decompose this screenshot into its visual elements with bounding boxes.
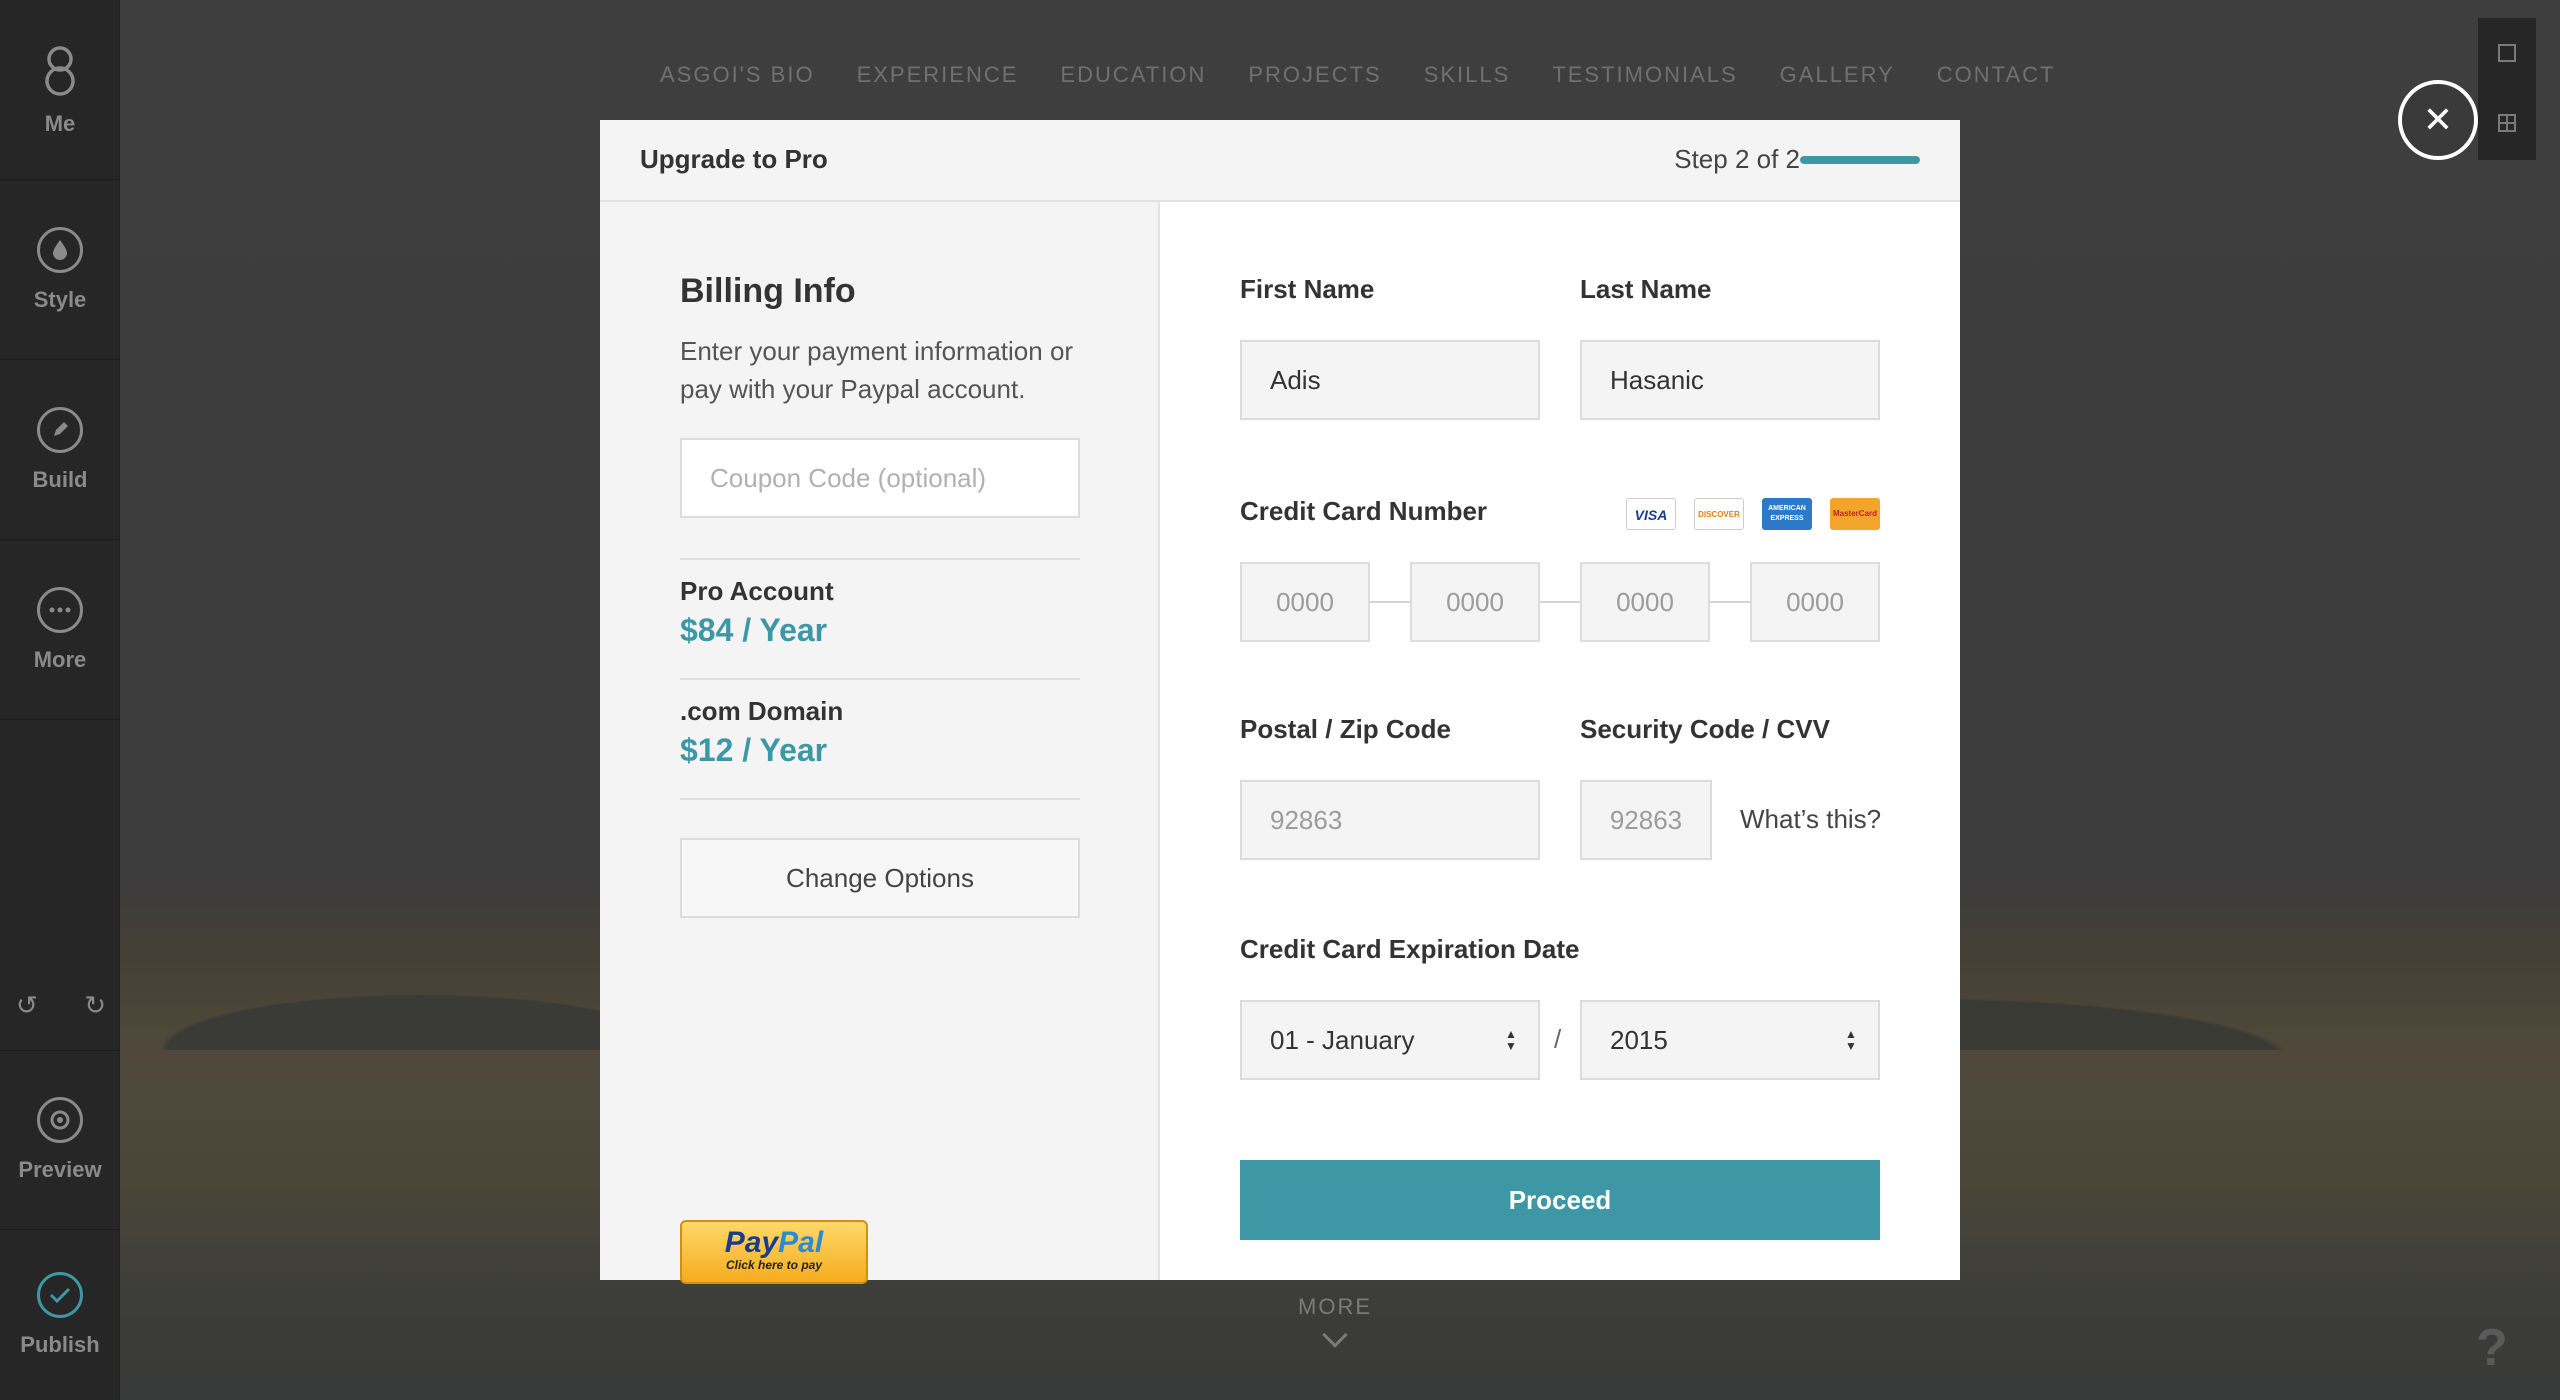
expiration-year-value: 2015 (1610, 1025, 1668, 1055)
pro-account-price: $84 / Year (680, 612, 828, 648)
undo-redo-group: ↺ ↻ (16, 990, 106, 1021)
proceed-button[interactable]: Proceed (1240, 1160, 1880, 1240)
paypal-logo: PayPal (724, 1226, 824, 1259)
expiration-year-select[interactable]: 2015 ▲ ▼ (1580, 1000, 1880, 1080)
divider (1540, 601, 1584, 603)
postal-code-input[interactable]: 92863 (1240, 780, 1540, 860)
visa-icon: VISA (1626, 498, 1676, 530)
discover-icon: DISCOVER (1694, 498, 1744, 530)
sidebar-item-preview[interactable]: Preview (0, 1050, 120, 1230)
divider (1370, 601, 1414, 603)
page-icon[interactable] (2498, 44, 2516, 62)
droplet-icon (37, 226, 83, 273)
billing-info-panel: Billing Info Enter your payment informat… (600, 202, 1160, 1284)
help-icon[interactable]: ? (2476, 1318, 2508, 1378)
sidebar-item-label: Preview (18, 1157, 102, 1182)
sidebar-item-label: Me (44, 110, 76, 136)
first-name-input[interactable]: Adis (1240, 340, 1540, 420)
sidebar-item-label: Build (32, 466, 88, 492)
check-icon (37, 1272, 83, 1318)
security-code-input[interactable]: 92863 (1580, 780, 1712, 860)
first-name-label: First Name (1240, 274, 1375, 304)
sidebar-item-label: More (33, 646, 87, 672)
site-nav-item[interactable]: ASGOI'S BIO (660, 62, 815, 88)
site-nav-item[interactable]: CONTACT (1937, 62, 2056, 88)
expiration-label: Credit Card Expiration Date (1240, 934, 1580, 964)
sidebar-item-publish[interactable]: Publish (0, 1230, 120, 1400)
grid-icon[interactable] (2498, 114, 2516, 132)
coupon-code-input[interactable] (680, 438, 1080, 518)
paypal-button[interactable]: PayPal Click here to pay (680, 1220, 868, 1284)
close-modal-button[interactable]: ✕ (2398, 80, 2478, 160)
divider (680, 558, 1080, 560)
site-nav-item[interactable]: PROJECTS (1248, 62, 1381, 88)
site-nav-item[interactable]: EXPERIENCE (857, 62, 1019, 88)
site-nav-item[interactable]: GALLERY (1780, 62, 1895, 88)
card-number-part-1[interactable]: 0000 (1240, 562, 1370, 642)
site-nav: ASGOI'S BIO EXPERIENCE EDUCATION PROJECT… (660, 62, 2055, 88)
amex-icon: AMERICAN EXPRESS (1762, 498, 1812, 530)
divider (680, 798, 1080, 800)
sidebar-item-me[interactable]: Me (0, 0, 120, 180)
top-right-toolbar (2478, 18, 2536, 160)
person-icon (45, 45, 75, 96)
domain-label: .com Domain (680, 696, 844, 726)
card-number-part-2[interactable]: 0000 (1410, 562, 1540, 642)
expiration-month-value: 01 - January (1270, 1025, 1415, 1055)
pencil-icon (37, 406, 83, 453)
expiration-month-select[interactable]: 01 - January ▲ ▼ (1240, 1000, 1540, 1080)
eye-icon (37, 1097, 83, 1143)
step-indicator: Step 2 of 2 (1674, 144, 1800, 174)
domain-price: $12 / Year (680, 732, 828, 768)
divider (680, 678, 1080, 680)
step-progress-fill (1800, 156, 1920, 164)
ellipsis-icon (37, 586, 83, 633)
divider (1710, 601, 1754, 603)
payment-form: First Name Adis Last Name Hasanic Credit… (1160, 202, 1960, 1280)
paypal-subtitle: Click here to pay (725, 1258, 823, 1272)
close-icon: ✕ (2422, 99, 2454, 140)
card-number-part-3[interactable]: 0000 (1580, 562, 1710, 642)
upgrade-modal: Upgrade to Pro Step 2 of 2 Billing Info … (600, 120, 1960, 1284)
select-arrows-icon: ▲ ▼ (1505, 1027, 1517, 1053)
site-nav-item[interactable]: SKILLS (1424, 62, 1511, 88)
postal-code-label: Postal / Zip Code (1240, 714, 1451, 744)
redo-icon[interactable]: ↻ (84, 990, 106, 1021)
site-nav-item[interactable]: EDUCATION (1060, 62, 1206, 88)
step-progress-bar (1800, 156, 1920, 164)
card-number-part-4[interactable]: 0000 (1750, 562, 1880, 642)
last-name-input[interactable]: Hasanic (1580, 340, 1880, 420)
sidebar-item-style[interactable]: Style (0, 180, 120, 360)
security-code-label: Security Code / CVV (1580, 714, 1830, 744)
more-link[interactable]: MORE (1298, 1294, 1370, 1320)
change-options-button[interactable]: Change Options (680, 838, 1080, 918)
undo-icon[interactable]: ↺ (16, 990, 38, 1021)
modal-header: Upgrade to Pro Step 2 of 2 (600, 120, 1960, 202)
sidebar-item-more[interactable]: More (0, 540, 120, 720)
whats-this-link[interactable]: What’s this? (1740, 804, 1881, 835)
editor-sidebar: Me Style Build More ↺ ↻ Preview Publish (0, 0, 120, 1400)
sidebar-item-label: Publish (20, 1332, 100, 1357)
date-separator: / (1554, 1024, 1562, 1054)
modal-title: Upgrade to Pro (640, 144, 828, 174)
billing-title: Billing Info (680, 272, 856, 310)
last-name-label: Last Name (1580, 274, 1712, 304)
mastercard-icon: MasterCard (1830, 498, 1880, 530)
sidebar-item-label: Style (33, 286, 87, 312)
pro-account-label: Pro Account (680, 576, 834, 606)
sidebar-item-build[interactable]: Build (0, 360, 120, 540)
card-number-label: Credit Card Number (1240, 496, 1488, 526)
billing-description: Enter your payment information or pay wi… (680, 336, 1074, 404)
select-arrows-icon: ▲ ▼ (1845, 1027, 1857, 1053)
site-nav-item[interactable]: TESTIMONIALS (1552, 62, 1737, 88)
